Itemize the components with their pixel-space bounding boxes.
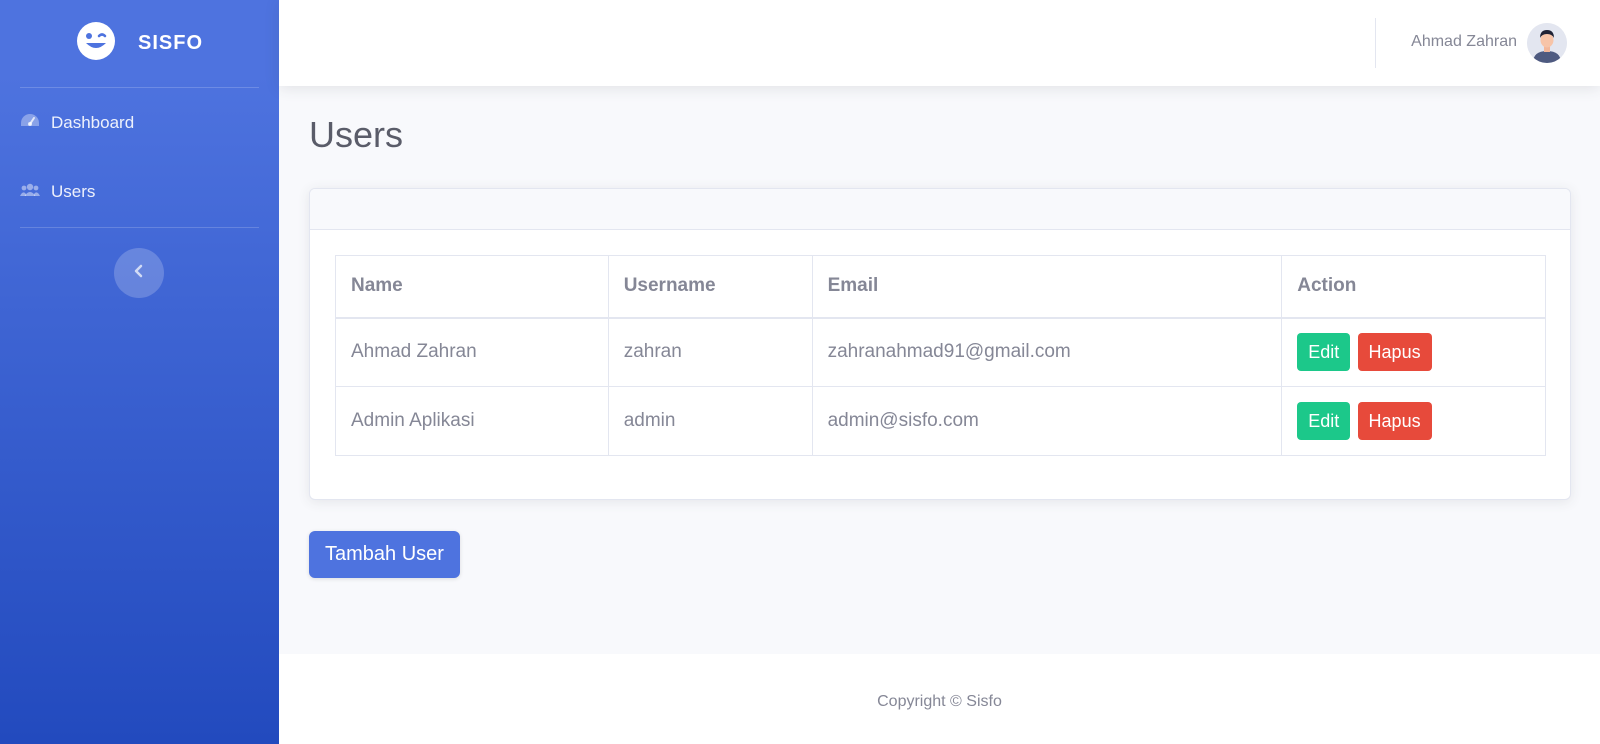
cell-name: Ahmad Zahran: [335, 317, 609, 387]
cell-action: Edit Hapus: [1281, 386, 1546, 456]
chevron-left-icon: [132, 264, 146, 283]
sidebar-item-label: Dashboard: [51, 113, 135, 132]
user-avatar[interactable]: [1527, 23, 1567, 63]
column-header-action: Action: [1281, 255, 1546, 318]
cell-username: zahran: [607, 317, 813, 387]
cell-email: admin@sisfo.com: [811, 386, 1283, 456]
brand-link[interactable]: SISFO: [0, 0, 279, 86]
laugh-wink-icon: [76, 21, 116, 66]
users-table: Name Username Email Action Ahmad Zahran …: [335, 255, 1546, 456]
sidebar: SISFO Dashboard Users: [0, 0, 279, 744]
cell-email: zahranahmad91@gmail.com: [811, 317, 1283, 387]
card-header: [310, 189, 1570, 230]
tachometer-icon: [20, 112, 51, 135]
sidebar-item-dashboard[interactable]: Dashboard: [0, 95, 279, 151]
add-user-button[interactable]: Tambah User: [309, 531, 460, 578]
cell-action: Edit Hapus: [1281, 317, 1546, 387]
users-icon: [20, 181, 51, 204]
topbar: Ahmad Zahran: [279, 0, 1600, 86]
delete-button[interactable]: Hapus: [1357, 333, 1432, 372]
topbar-divider: [1375, 18, 1376, 68]
sidebar-toggle-button[interactable]: [114, 248, 164, 298]
footer: Copyright © Sisfo: [279, 654, 1600, 744]
users-card: Name Username Email Action Ahmad Zahran …: [309, 188, 1571, 500]
sidebar-divider: [20, 227, 259, 228]
brand-name: SISFO: [137, 31, 203, 54]
copyright-text: Copyright © Sisfo: [877, 693, 1002, 710]
table-row: Admin Aplikasi admin admin@sisfo.com Edi…: [335, 386, 1546, 456]
sidebar-divider: [20, 87, 259, 88]
sidebar-item-users[interactable]: Users: [0, 164, 279, 220]
table-row: Ahmad Zahran zahran zahranahmad91@gmail.…: [335, 317, 1546, 387]
column-header-email: Email: [811, 255, 1283, 318]
user-name[interactable]: Ahmad Zahran: [1411, 33, 1517, 51]
sidebar-item-label: Users: [51, 182, 96, 201]
column-header-username: Username: [607, 255, 813, 318]
edit-button[interactable]: Edit: [1297, 402, 1351, 440]
delete-button[interactable]: Hapus: [1357, 402, 1432, 440]
edit-button[interactable]: Edit: [1297, 333, 1351, 372]
cell-username: admin: [607, 386, 813, 456]
cell-name: Admin Aplikasi: [335, 386, 609, 456]
table-header-row: Name Username Email Action: [335, 255, 1546, 318]
page-title: Users: [309, 114, 404, 155]
column-header-name: Name: [335, 255, 609, 318]
